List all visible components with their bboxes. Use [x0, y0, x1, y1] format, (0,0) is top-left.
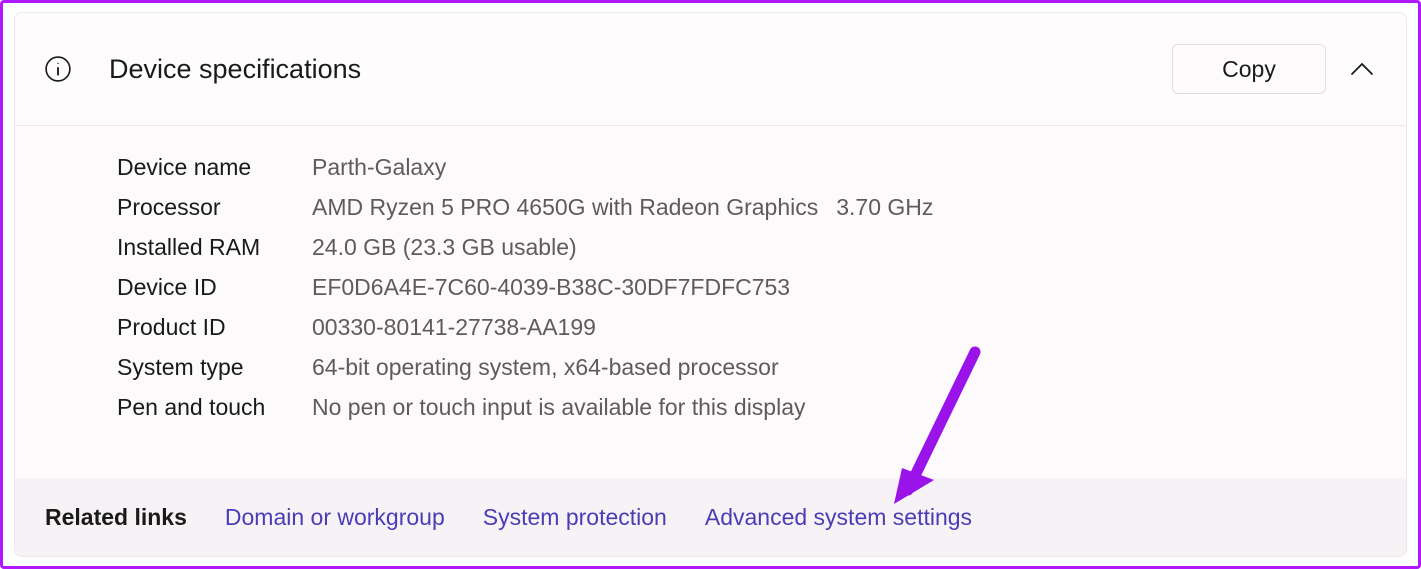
spec-row-installed-ram: Installed RAM 24.0 GB (23.3 GB usable) [117, 234, 1406, 261]
spec-value: Parth-Galaxy [312, 154, 446, 181]
spec-value: 00330-80141-27738-AA199 [312, 314, 596, 341]
spec-row-system-type: System type 64-bit operating system, x64… [117, 354, 1406, 381]
spec-value: AMD Ryzen 5 PRO 4650G with Radeon Graphi… [312, 194, 933, 221]
link-advanced-system-settings[interactable]: Advanced system settings [705, 504, 972, 531]
related-links-footer: Related links Domain or workgroup System… [15, 478, 1406, 556]
spec-row-pen-touch: Pen and touch No pen or touch input is a… [117, 394, 1406, 421]
specs-body: Device name Parth-Galaxy Processor AMD R… [15, 126, 1406, 462]
chevron-up-icon[interactable] [1346, 53, 1378, 85]
spec-label: Device ID [117, 274, 312, 301]
link-system-protection[interactable]: System protection [483, 504, 667, 531]
spec-value: 64-bit operating system, x64-based proce… [312, 354, 779, 381]
card-title: Device specifications [109, 54, 1172, 85]
spec-label: Pen and touch [117, 394, 312, 421]
device-specifications-card: Device specifications Copy Device name P… [14, 12, 1407, 557]
spec-label: Processor [117, 194, 312, 221]
spec-label: Product ID [117, 314, 312, 341]
spec-label: System type [117, 354, 312, 381]
spec-label: Device name [117, 154, 312, 181]
info-icon [43, 54, 73, 84]
copy-button[interactable]: Copy [1172, 44, 1326, 94]
spec-value: 24.0 GB (23.3 GB usable) [312, 234, 577, 261]
card-header[interactable]: Device specifications Copy [15, 13, 1406, 126]
spec-row-product-id: Product ID 00330-80141-27738-AA199 [117, 314, 1406, 341]
spec-row-device-id: Device ID EF0D6A4E-7C60-4039-B38C-30DF7F… [117, 274, 1406, 301]
spec-value: No pen or touch input is available for t… [312, 394, 806, 421]
spec-label: Installed RAM [117, 234, 312, 261]
spec-row-processor: Processor AMD Ryzen 5 PRO 4650G with Rad… [117, 194, 1406, 221]
spec-value: EF0D6A4E-7C60-4039-B38C-30DF7FDFC753 [312, 274, 790, 301]
related-links-title: Related links [45, 504, 187, 531]
link-domain-workgroup[interactable]: Domain or workgroup [225, 504, 445, 531]
spec-row-device-name: Device name Parth-Galaxy [117, 154, 1406, 181]
